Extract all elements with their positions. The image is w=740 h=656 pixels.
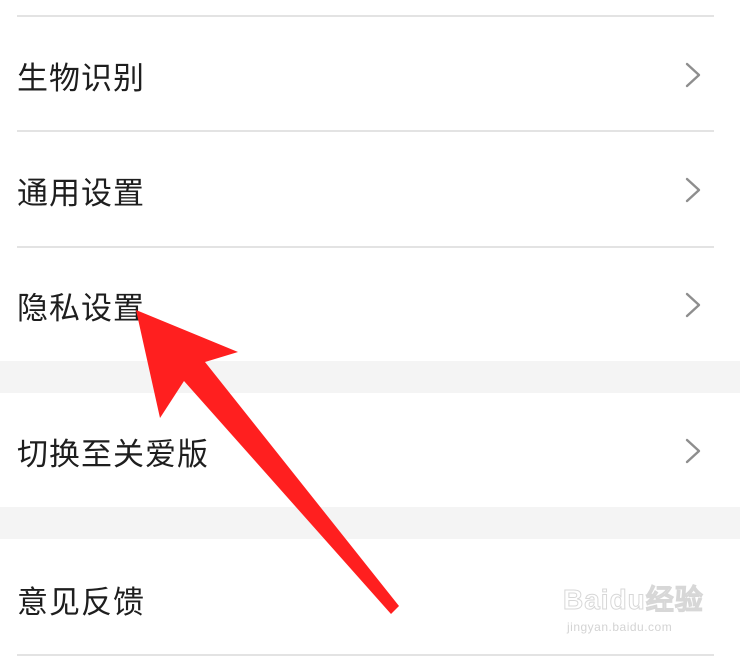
chevron-right-icon bbox=[685, 292, 701, 318]
settings-item-label: 隐私设置 bbox=[17, 290, 145, 327]
chevron-right-icon bbox=[685, 177, 701, 203]
chevron-right-icon bbox=[685, 438, 701, 464]
divider bbox=[17, 246, 714, 248]
chevron-right-icon bbox=[685, 62, 701, 88]
baidu-jingyan-watermark: Baidu经验 jingyan.baidu.com bbox=[563, 574, 713, 644]
settings-item-label: 生物识别 bbox=[17, 60, 145, 97]
section-gap bbox=[0, 361, 740, 393]
watermark-brand: Baidu经验 bbox=[563, 584, 704, 616]
divider bbox=[17, 15, 714, 17]
settings-item-privacy[interactable]: 隐私设置 bbox=[0, 249, 740, 361]
settings-screen: 生物识别 通用设置 隐私设置 切换至关爱版 意见反馈 Baidu经验 jingy… bbox=[0, 0, 740, 656]
settings-item-general[interactable]: 通用设置 bbox=[0, 134, 740, 246]
settings-item-care-mode[interactable]: 切换至关爱版 bbox=[0, 395, 740, 507]
settings-item-biometric[interactable]: 生物识别 bbox=[0, 19, 740, 131]
settings-item-label: 切换至关爱版 bbox=[17, 436, 209, 473]
section-gap bbox=[0, 507, 740, 539]
settings-item-label: 通用设置 bbox=[17, 175, 145, 212]
settings-item-label: 意见反馈 bbox=[17, 584, 145, 621]
watermark-url: jingyan.baidu.com bbox=[567, 620, 673, 634]
divider bbox=[17, 130, 714, 132]
